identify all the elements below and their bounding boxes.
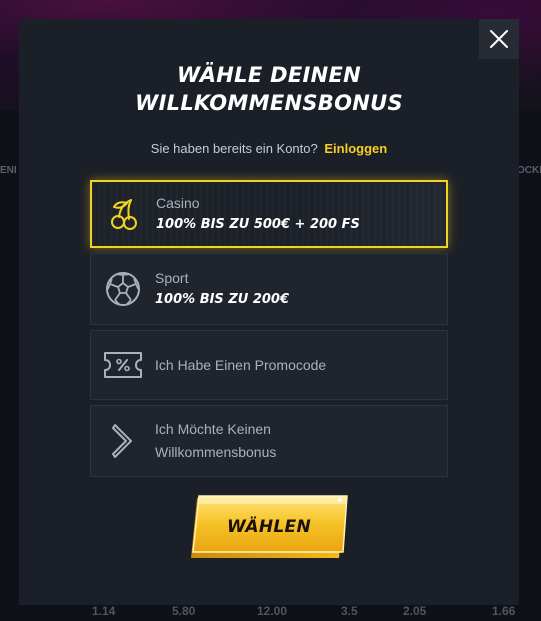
bonus-options: Casino 100% BIS ZU 500€ + 200 FS Sport 1… [90,180,448,482]
login-prompt: Sie haben bereits ein Konto? Einloggen [19,141,519,156]
modal-title-line2: WILLKOMMENSBONUS [135,91,403,115]
modal-title: WÄHLE DEINEN WILLKOMMENSBONUS [19,61,519,117]
percent-ticket-icon [91,351,155,379]
background-odd: 12.00 [257,604,288,618]
background-side-label: OCKE [517,165,541,176]
chevron-right-icon [91,423,155,459]
option-promocode[interactable]: Ich Habe Einen Promocode [90,330,448,400]
choose-button[interactable]: WÄHLEN [187,494,351,564]
background-odd: 2.05 [403,604,427,618]
option-sport-label: Sport [155,270,189,286]
option-casino-label: Casino [156,195,200,211]
option-casino-bonus: 100% BIS ZU 500€ + 200 FS [156,217,360,232]
login-link[interactable]: Einloggen [324,141,387,156]
option-promocode-label: Ich Habe Einen Promocode [155,357,327,373]
option-no-bonus-label-line1: Ich Möchte Keinen [155,421,271,437]
close-icon [490,30,508,48]
background-odd: 5.80 [172,604,196,618]
choose-button-label: WÄHLEN [226,517,311,537]
soccer-ball-icon [91,271,155,307]
modal-title-line1: WÄHLE DEINEN [177,63,361,87]
background-odd: 3.5 [341,604,358,618]
cherries-icon [92,197,156,231]
login-prompt-text: Sie haben bereits ein Konto? [150,141,318,156]
close-button[interactable] [479,19,519,59]
background-odd: 1.14 [92,604,116,618]
background-odd: 1.66 [492,604,516,618]
option-no-bonus[interactable]: Ich Möchte Keinen Willkommensbonus [90,405,448,477]
option-sport-bonus: 100% BIS ZU 200€ [155,292,290,307]
background-side-label: ENI [0,165,17,176]
bonus-modal: WÄHLE DEINEN WILLKOMMENSBONUS Sie haben … [19,19,519,605]
option-no-bonus-label-line2: Willkommensbonus [155,444,277,460]
option-sport[interactable]: Sport 100% BIS ZU 200€ [90,253,448,325]
option-casino[interactable]: Casino 100% BIS ZU 500€ + 200 FS [90,180,448,248]
